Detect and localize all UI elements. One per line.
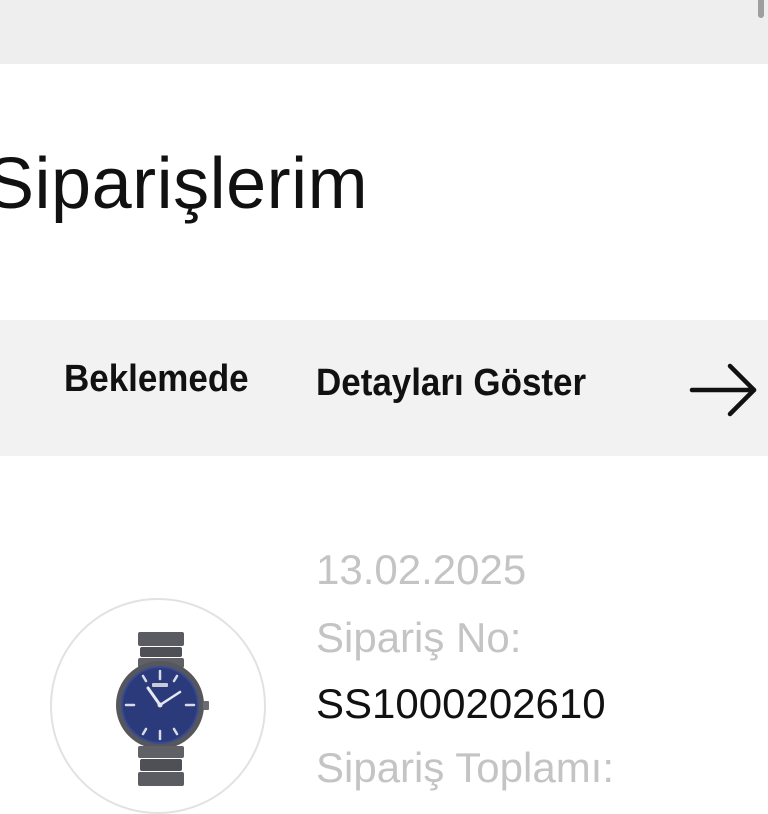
product-thumbnail[interactable] (50, 598, 266, 814)
order-date: 13.02.2025 (316, 546, 527, 593)
order-status: Beklemede (64, 358, 249, 400)
arrow-right-icon[interactable] (688, 360, 760, 418)
order-total-label: Sipariş Toplamı: (316, 744, 615, 791)
show-details-link[interactable]: Detayları Göster (316, 362, 586, 405)
order-number: SS1000202610 (316, 680, 606, 727)
scroll-indicator[interactable] (758, 0, 764, 18)
order-number-label: Sipariş No: (316, 614, 522, 661)
page-title: Siparişlerim (0, 144, 369, 224)
top-bar (0, 0, 768, 64)
watch-product-image (116, 632, 209, 786)
